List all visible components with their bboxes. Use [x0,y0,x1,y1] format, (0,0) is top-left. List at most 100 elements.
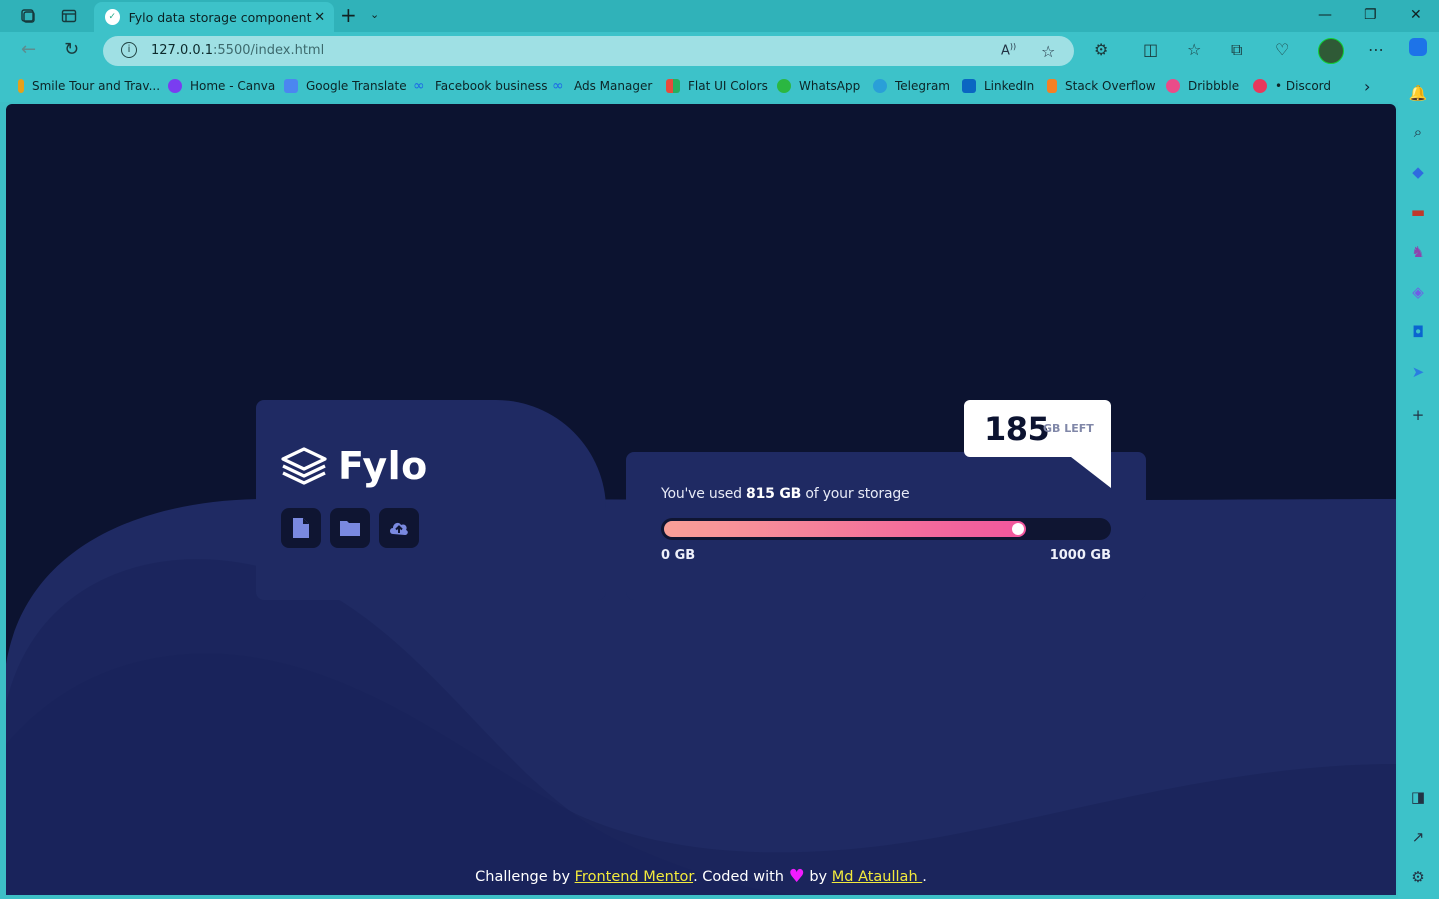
bookmark-item[interactable]: ∞ Ads Manager [552,78,652,94]
stack-overflow-icon [1047,79,1057,93]
dribbble-icon [1166,79,1180,93]
bookmark-label: Smile Tour and Trav... [32,79,161,93]
cloud-upload-icon [390,522,408,535]
address-toolbar: ← ↻ i 127.0.0.1:5500/index.html A)) ☆ ⚙ … [0,32,1439,70]
fylo-logo: Fylo [280,444,428,488]
copilot-icon[interactable] [1409,38,1427,56]
canva-icon [168,79,182,93]
open-external-icon[interactable]: ↗ [1409,828,1427,846]
logo-text: Fylo [338,444,428,488]
bookmark-favicon-icon [18,79,24,93]
collections-icon[interactable]: ⧉ [1231,41,1242,59]
bookmark-item[interactable]: ∞ Facebook business [413,78,548,94]
logo-card: Fylo [256,400,606,600]
telegram-icon [873,79,887,93]
flat-ui-icon [666,79,680,93]
edge-sidebar: 🔔 ⌕ ◆ ▬ ♞ ◈ ◘ ➤ + ◨ ↗ ⚙ [1398,38,1439,899]
bookmark-label: Flat UI Colors [688,79,768,93]
site-info-icon[interactable]: i [121,42,137,58]
search-icon[interactable]: ⌕ [1409,123,1427,141]
close-window-icon[interactable]: ✕ [1410,8,1422,22]
performance-icon[interactable]: ♡ [1275,41,1289,59]
storage-progress-bar [661,518,1111,540]
bookmark-item[interactable]: Home - Canva [168,78,275,94]
progress-fill [664,521,1026,537]
bookmark-label: • Discord [1275,79,1331,93]
bookmark-item[interactable]: Dribbble [1166,78,1239,94]
more-options-icon[interactable]: ⋯ [1368,41,1384,59]
footer-prefix: Challenge by [475,869,575,885]
bookmark-item[interactable]: LinkedIn [962,78,1034,94]
callout-tail [1071,457,1111,488]
remaining-unit: GB LEFT [1043,422,1094,435]
bookmark-label: Dribbble [1188,79,1240,93]
tab-title: Fylo data storage component [128,9,312,25]
settings-gear-icon[interactable]: ⚙ [1409,868,1427,886]
profile-avatar[interactable] [1318,38,1344,64]
heart-icon: ♥ [788,866,805,887]
new-tab-icon[interactable]: + [340,5,357,25]
url-text[interactable]: 127.0.0.1:5500/index.html [151,43,324,58]
document-button[interactable] [281,508,321,548]
chevron-right-icon[interactable]: › [1364,77,1370,96]
split-screen-icon[interactable]: ◫ [1143,41,1158,59]
bookmark-item[interactable]: Smile Tour and Trav... [18,78,160,94]
extensions-icon[interactable]: ⚙ [1094,41,1108,59]
bookmark-label: Telegram [895,79,950,93]
folder-button[interactable] [330,508,370,548]
outlook-icon[interactable]: ◘ [1409,323,1427,341]
sidebar-toggle-icon[interactable]: ◨ [1409,788,1427,806]
min-label: 0 GB [661,548,696,563]
footer-end: . [922,869,927,885]
workspaces-icon[interactable] [17,6,39,26]
office-icon[interactable]: ◈ [1409,283,1427,301]
bookmark-label: WhatsApp [799,79,861,93]
tab-actions-icon[interactable] [58,6,80,26]
meta-icon: ∞ [552,78,564,94]
bookmark-label: Ads Manager [574,79,653,93]
usage-amount: 815 GB [746,486,802,502]
games-icon[interactable]: ♞ [1409,243,1427,261]
shopping-tag-icon[interactable]: ◆ [1409,163,1427,181]
bookmark-item[interactable]: Stack Overflow [1047,78,1156,94]
back-arrow-icon[interactable]: ← [21,41,36,59]
footer-mid: . Coded with [693,869,789,885]
favorite-star-icon[interactable]: ☆ [1041,42,1055,61]
remaining-value: 185 [984,410,1050,448]
bookmark-item[interactable]: • Discord [1253,78,1331,94]
minimize-icon[interactable]: — [1318,8,1332,22]
usage-suffix: of your storage [801,486,910,502]
bookmark-label: Facebook business [435,79,548,93]
linkedin-icon [962,79,976,93]
attribution-footer: Challenge by Frontend Mentor. Coded with… [6,866,1396,887]
chevron-down-icon[interactable]: ⌄ [370,8,379,21]
notification-bell-icon[interactable]: 🔔 [1409,84,1428,102]
bookmark-item[interactable]: Flat UI Colors [666,78,768,94]
address-bar[interactable]: i 127.0.0.1:5500/index.html A)) ☆ [103,36,1074,66]
read-aloud-icon[interactable]: A)) [1001,42,1016,58]
footer-by: by [804,869,832,885]
restore-icon[interactable]: ❐ [1364,8,1377,22]
usage-prefix: You've used [661,486,747,502]
bookmark-item[interactable]: WhatsApp [777,78,860,94]
refresh-icon[interactable]: ↻ [64,41,79,59]
tools-icon[interactable]: ▬ [1409,203,1427,221]
frontend-mentor-link[interactable]: Frontend Mentor [575,869,693,885]
favorites-icon[interactable]: ☆ [1187,41,1201,59]
google-translate-icon [284,79,298,93]
bookmark-label: Stack Overflow [1065,79,1156,93]
folder-icon [340,521,360,536]
close-tab-icon[interactable]: ✕ [312,10,329,25]
upload-button[interactable] [379,508,419,548]
bookmark-item[interactable]: Google Translate [284,78,407,94]
discord-icon [1253,79,1267,93]
active-tab[interactable]: ✓ Fylo data storage component ✕ [94,2,334,32]
url-host: 127.0.0.1 [151,43,214,58]
remaining-callout: 185 GB LEFT [964,400,1111,457]
tab-bar: ✓ Fylo data storage component ✕ + ⌄ — ❐ … [0,0,1439,32]
storage-card: You've used 815 GB of your storage 0 GB … [626,452,1146,600]
add-icon[interactable]: + [1409,406,1427,424]
author-link[interactable]: Md Ataullah [832,869,923,885]
send-icon[interactable]: ➤ [1409,363,1427,381]
bookmark-item[interactable]: Telegram [873,78,950,94]
